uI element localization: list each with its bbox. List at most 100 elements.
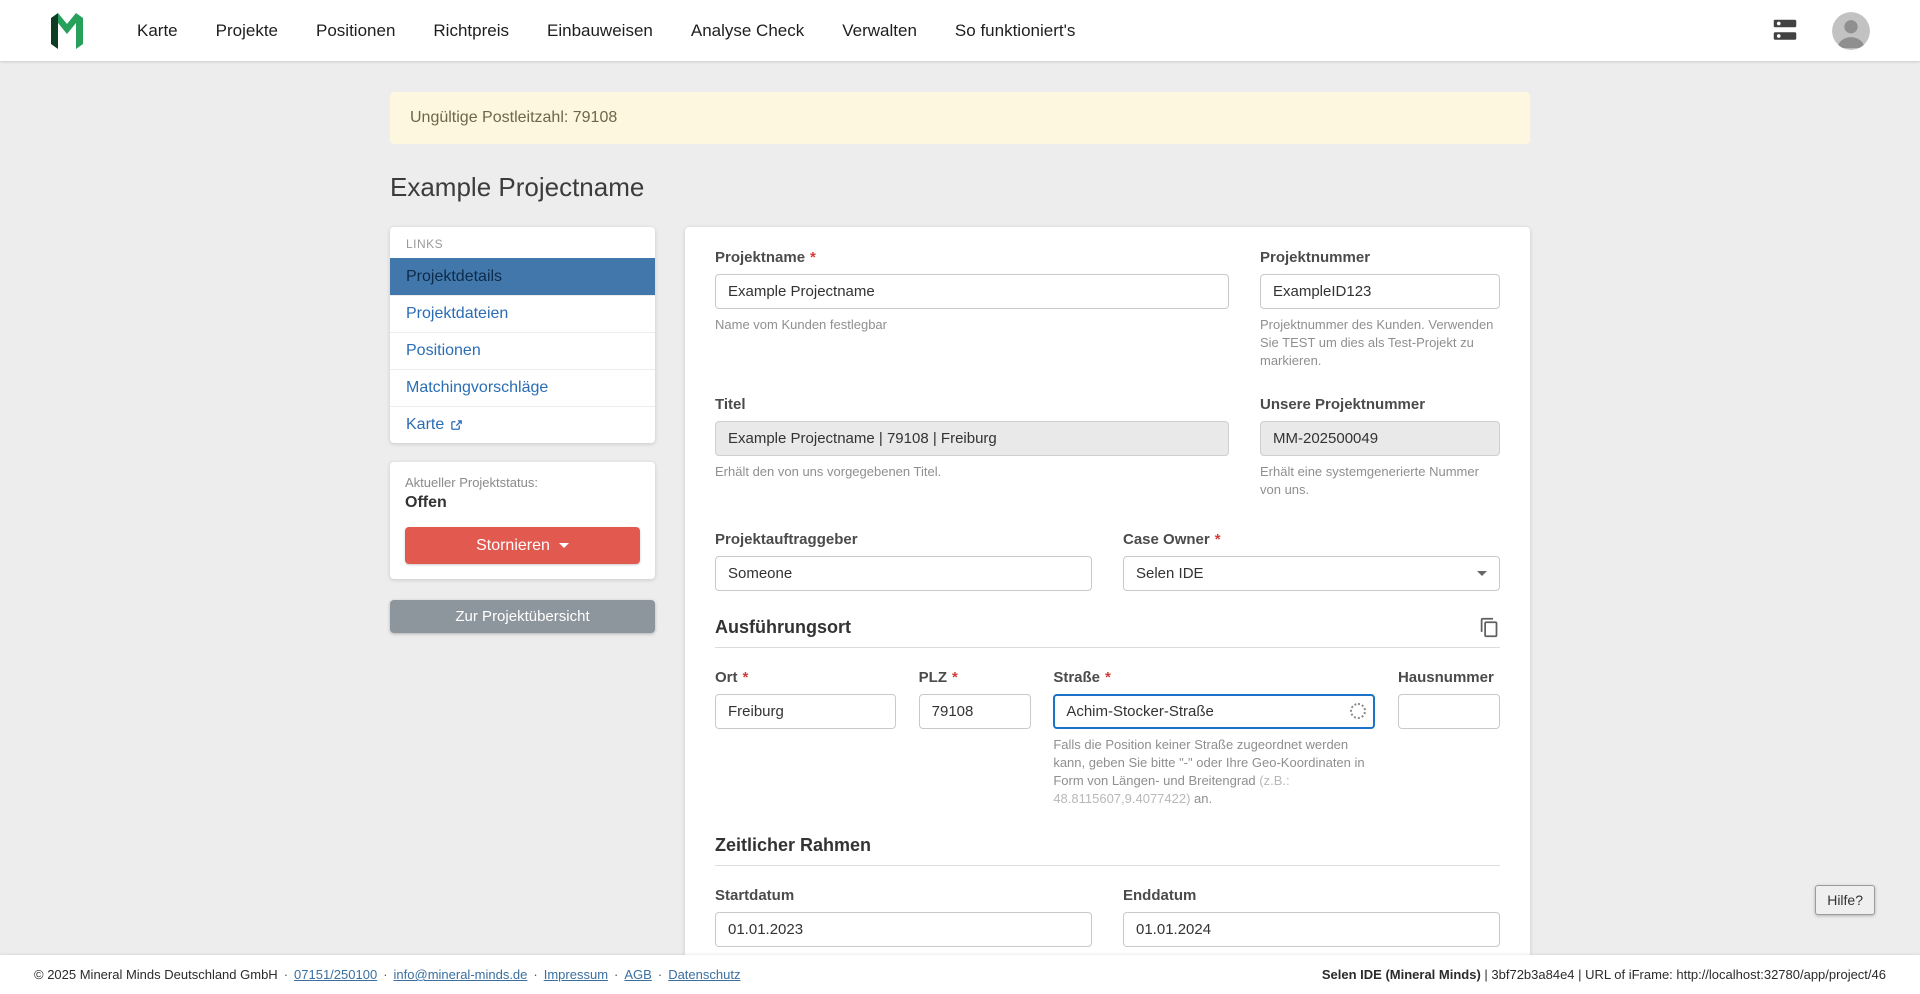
footer-agb-link[interactable]: AGB: [624, 967, 651, 982]
case-owner-select[interactable]: Selen IDE: [1123, 556, 1500, 591]
external-link-icon: [450, 419, 463, 432]
sidebar-item-matchingvorschlaege[interactable]: Matchingvorschläge: [390, 369, 655, 406]
sidebar-item-projektdetails[interactable]: Projektdetails: [390, 258, 655, 295]
titel-help: Erhält den von uns vorgegebenen Titel.: [715, 463, 1229, 481]
projektname-input[interactable]: [715, 274, 1229, 309]
projektnummer-label: Projektnummer: [1260, 249, 1500, 266]
copy-icon[interactable]: [1479, 617, 1500, 638]
footer-separator: ·: [284, 967, 288, 982]
logo-left-bar: [51, 13, 58, 49]
required-marker: *: [1215, 531, 1221, 548]
nav-item-karte[interactable]: Karte: [137, 21, 178, 41]
required-marker: *: [1105, 669, 1111, 686]
footer-email-link[interactable]: info@mineral-minds.de: [394, 967, 528, 982]
field-case-owner: Case Owner * Selen IDE: [1123, 531, 1500, 591]
main-menu: Karte Projekte Positionen Richtpreis Ein…: [137, 21, 1075, 41]
nav-item-positionen[interactable]: Positionen: [316, 21, 395, 41]
unsere-projektnummer-input: [1260, 421, 1500, 456]
links-card-header: LINKS: [390, 227, 655, 258]
footer-separator: ·: [383, 967, 387, 982]
footer-datenschutz-link[interactable]: Datenschutz: [668, 967, 740, 982]
sidebar-item-label: Projektdateien: [406, 305, 508, 323]
ort-input[interactable]: [715, 694, 896, 729]
field-startdatum: Startdatum: [715, 887, 1092, 947]
section-title-zeitlicher-rahmen: Zeitlicher Rahmen: [715, 835, 871, 856]
field-titel: Titel Erhält den von uns vorgegebenen Ti…: [715, 396, 1229, 481]
nav-item-einbauweisen[interactable]: Einbauweisen: [547, 21, 653, 41]
footer-left: © 2025 Mineral Minds Deutschland GmbH · …: [34, 967, 740, 982]
footer: © 2025 Mineral Minds Deutschland GmbH · …: [0, 955, 1920, 994]
user-avatar-icon[interactable]: [1832, 12, 1870, 50]
startdatum-label: Startdatum: [715, 887, 1092, 904]
unsere-projektnummer-help: Erhält eine systemgenerierte Nummer von …: [1260, 463, 1500, 499]
sidebar-item-projektdateien[interactable]: Projektdateien: [390, 295, 655, 332]
projektuebersicht-button[interactable]: Zur Projektübersicht: [390, 600, 655, 633]
sidebar-item-positionen[interactable]: Positionen: [390, 332, 655, 369]
footer-phone-link[interactable]: 07151/250100: [294, 967, 377, 982]
nav-item-analyse-check[interactable]: Analyse Check: [691, 21, 804, 41]
projektnummer-input[interactable]: [1260, 274, 1500, 309]
field-projektname: Projektname * Name vom Kunden festlegbar: [715, 249, 1229, 334]
chevron-down-icon: [1477, 571, 1487, 576]
projektauftraggeber-input[interactable]: [715, 556, 1092, 591]
startdatum-input[interactable]: [715, 912, 1092, 947]
sidebar-item-label: Positionen: [406, 342, 481, 360]
required-marker: *: [952, 669, 958, 686]
footer-user: Selen IDE (Mineral Minds): [1322, 967, 1481, 982]
footer-impressum-link[interactable]: Impressum: [544, 967, 608, 982]
page-title: Example Projectname: [390, 172, 1530, 203]
stornieren-button[interactable]: Stornieren: [405, 527, 640, 564]
field-projektnummer: Projektnummer Projektnummer des Kunden. …: [1260, 249, 1500, 370]
nav-item-verwalten[interactable]: Verwalten: [842, 21, 917, 41]
case-owner-label: Case Owner *: [1123, 531, 1500, 548]
sidebar-item-label: Matchingvorschläge: [406, 379, 548, 397]
section-divider: [715, 647, 1500, 648]
plz-label: PLZ *: [919, 669, 1031, 686]
nav-right-icons: [1770, 12, 1870, 50]
project-form-card: Projektname * Name vom Kunden festlegbar…: [685, 227, 1530, 955]
titel-label: Titel: [715, 396, 1229, 413]
server-icon[interactable]: [1770, 18, 1804, 44]
footer-session-details: | 3bf72b3a84e4 | URL of iFrame: http://l…: [1481, 967, 1886, 982]
caret-down-icon: [559, 543, 569, 548]
footer-separator: ·: [658, 967, 662, 982]
required-marker: *: [810, 249, 816, 266]
status-label: Aktueller Projektstatus:: [405, 475, 640, 490]
enddatum-input[interactable]: [1123, 912, 1500, 947]
enddatum-label: Enddatum: [1123, 887, 1500, 904]
nav-item-projekte[interactable]: Projekte: [216, 21, 278, 41]
field-unsere-projektnummer: Unsere Projektnummer Erhält eine systemg…: [1260, 396, 1500, 499]
hilfe-button[interactable]: Hilfe?: [1815, 885, 1875, 915]
field-enddatum: Enddatum: [1123, 887, 1500, 947]
projektauftraggeber-label: Projektauftraggeber: [715, 531, 1092, 548]
sidebar-item-label: Projektdetails: [406, 268, 502, 286]
required-marker: *: [743, 669, 749, 686]
footer-separator: ·: [533, 967, 537, 982]
field-ort: Ort *: [715, 669, 896, 729]
titel-input: [715, 421, 1229, 456]
sidebar-item-karte[interactable]: Karte: [390, 406, 655, 443]
mineral-minds-logo-icon[interactable]: [47, 11, 87, 51]
nav-item-so-funktionierts[interactable]: So funktioniert's: [955, 21, 1075, 41]
project-sidebar: LINKS Projektdetails Projektdateien Posi…: [390, 227, 655, 633]
projektname-help: Name vom Kunden festlegbar: [715, 316, 1229, 334]
status-card: Aktueller Projektstatus: Offen Storniere…: [390, 462, 655, 579]
field-plz: PLZ *: [919, 669, 1031, 729]
hausnummer-input[interactable]: [1398, 694, 1500, 729]
projektnummer-help: Projektnummer des Kunden. Verwenden Sie …: [1260, 316, 1500, 370]
strasse-input[interactable]: [1053, 694, 1375, 729]
footer-session-info: Selen IDE (Mineral Minds) | 3bf72b3a84e4…: [1322, 967, 1886, 982]
sidebar-item-label: Karte: [406, 416, 444, 434]
warning-alert-text: Ungültige Postleitzahl: 79108: [410, 109, 617, 126]
section-title-ausfuehrungsort: Ausführungsort: [715, 617, 851, 638]
strasse-help: Falls die Position keiner Straße zugeord…: [1053, 736, 1375, 808]
nav-item-richtpreis[interactable]: Richtpreis: [433, 21, 509, 41]
logo-m-shape: [58, 13, 83, 49]
page-content: Ungültige Postleitzahl: 79108 Example Pr…: [0, 61, 1920, 955]
warning-alert: Ungültige Postleitzahl: 79108: [390, 92, 1530, 144]
status-value: Offen: [405, 494, 640, 512]
plz-input[interactable]: [919, 694, 1031, 729]
ort-label: Ort *: [715, 669, 896, 686]
top-nav: Karte Projekte Positionen Richtpreis Ein…: [0, 0, 1920, 61]
stornieren-button-label: Stornieren: [476, 537, 550, 555]
